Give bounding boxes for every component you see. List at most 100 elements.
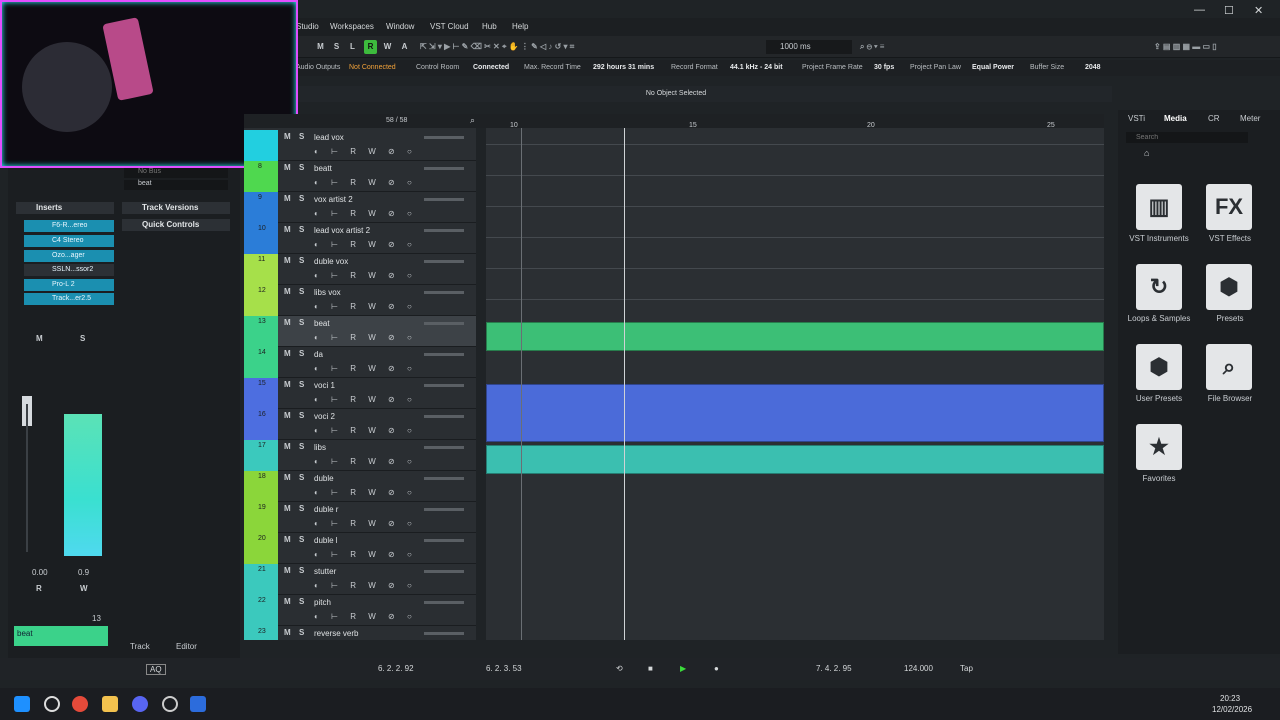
track-row[interactable]: 8 M Sbeatt ◐ ⊢ R W ⊘ ○ [244, 161, 476, 192]
track-volume-slider[interactable] [424, 260, 464, 263]
clock-date[interactable]: 12/02/2026 [1212, 705, 1252, 714]
record-button[interactable]: ● [714, 664, 719, 673]
track-controls[interactable]: ◐ ⊢ R W ⊘ ○ [314, 488, 417, 497]
track-volume-slider[interactable] [424, 539, 464, 542]
position-display[interactable]: 7. 4. 2. 95 [816, 664, 852, 673]
home-icon[interactable]: ⌂ [1144, 148, 1149, 158]
track-controls[interactable]: ◐ ⊢ R W ⊘ ○ [314, 426, 417, 435]
menu-workspaces[interactable]: Workspaces [330, 22, 374, 31]
track-name[interactable]: duble l [314, 536, 338, 545]
playhead-cursor[interactable] [624, 128, 625, 640]
maximize-button[interactable]: ☐ [1224, 4, 1234, 17]
layout-icons[interactable]: ⇪ ▤ ▥ ▦ ▬ ▭ ▯ [1154, 40, 1217, 54]
project-window[interactable] [486, 128, 1104, 640]
insert-slot-3[interactable]: Ozo...ager [24, 250, 114, 262]
track-mute-button[interactable]: M [284, 504, 291, 513]
track-solo-button[interactable]: S [299, 287, 304, 296]
track-controls[interactable]: ◐ ⊢ R W ⊘ ○ [314, 240, 417, 249]
solo-button[interactable]: S [80, 334, 85, 343]
aq-button[interactable]: AQ [146, 664, 166, 675]
track-name[interactable]: beatt [314, 164, 332, 173]
tab-media[interactable]: Media [1164, 114, 1187, 123]
track-mute-button[interactable]: M [284, 380, 291, 389]
output-select[interactable]: beat [124, 180, 228, 190]
mute-button[interactable]: M [36, 334, 43, 343]
grid-size-select[interactable]: 1000 ms [766, 40, 852, 54]
track-solo-button[interactable]: S [299, 442, 304, 451]
track-solo-button[interactable]: S [299, 535, 304, 544]
track-row[interactable]: 15 M Svoci 1 ◐ ⊢ R W ⊘ ○ [244, 378, 476, 409]
close-button[interactable]: ✕ [1254, 4, 1263, 17]
track-solo-button[interactable]: S [299, 628, 304, 637]
audio-clip-beat[interactable] [486, 322, 1104, 351]
track-name[interactable]: voci 2 [314, 412, 335, 421]
menu-vst-cloud[interactable]: VST Cloud [430, 22, 469, 31]
track-solo-button[interactable]: S [299, 597, 304, 606]
track-controls[interactable]: ◐ ⊢ R W ⊘ ○ [314, 364, 417, 373]
track-name[interactable]: lead vox artist 2 [314, 226, 370, 235]
track-controls[interactable]: ◐ ⊢ R W ⊘ ○ [314, 612, 417, 621]
vst-effects-icon[interactable]: FX [1206, 184, 1252, 230]
track-name[interactable]: beat [314, 319, 330, 328]
track-row[interactable]: 19 M Sduble r ◐ ⊢ R W ⊘ ○ [244, 502, 476, 533]
track-mute-button[interactable]: M [284, 411, 291, 420]
track-name[interactable]: duble [314, 474, 334, 483]
track-volume-slider[interactable] [424, 415, 464, 418]
track-solo-button[interactable]: S [299, 380, 304, 389]
track-solo-button[interactable]: S [299, 504, 304, 513]
track-volume-slider[interactable] [424, 322, 464, 325]
chrome-icon[interactable] [72, 696, 88, 712]
track-mute-button[interactable]: M [284, 535, 291, 544]
track-name[interactable]: vox artist 2 [314, 195, 353, 204]
file-explorer-icon[interactable] [102, 696, 118, 712]
track-row[interactable]: 10 M Slead vox artist 2 ◐ ⊢ R W ⊘ ○ [244, 223, 476, 254]
track-solo-button[interactable]: S [299, 256, 304, 265]
menu-help[interactable]: Help [512, 22, 528, 31]
track-solo-button[interactable]: S [299, 349, 304, 358]
inserts-header[interactable]: Inserts [16, 202, 114, 214]
bus-select[interactable]: No Bus [124, 168, 228, 178]
track-mute-button[interactable]: M [284, 628, 291, 637]
track-mute-button[interactable]: M [284, 597, 291, 606]
track-mute-button[interactable]: M [284, 566, 291, 575]
track-controls[interactable]: ◐ ⊢ R W ⊘ ○ [314, 581, 417, 590]
track-row[interactable]: 16 M Svoci 2 ◐ ⊢ R W ⊘ ○ [244, 409, 476, 440]
favorites-icon[interactable]: ★ [1136, 424, 1182, 470]
write-automation-button[interactable]: W [381, 40, 394, 54]
menu-hub[interactable]: Hub [482, 22, 497, 31]
play-button[interactable]: ▶ [680, 664, 686, 673]
track-name-field[interactable]: beat [14, 626, 108, 646]
tool-icons[interactable]: ⇱ ⇲ ▾ ▶ ⊢ ✎ ⌫ ✂ ✕ ⌖ ✋ ⋮ ✎ ◁ ♪ ↺ ▾ ⌗ [420, 40, 574, 54]
track-name[interactable]: reverse verb [314, 629, 358, 638]
track-name[interactable]: pitch [314, 598, 331, 607]
track-row[interactable]: 13 M Sbeat ◐ ⊢ R W ⊘ ○ [244, 316, 476, 347]
clock-time[interactable]: 20:23 [1220, 694, 1240, 703]
track-name[interactable]: libs vox [314, 288, 341, 297]
vst-instruments-icon[interactable]: ▥ [1136, 184, 1182, 230]
track-row[interactable]: 14 M Sda ◐ ⊢ R W ⊘ ○ [244, 347, 476, 378]
track-name[interactable]: stutter [314, 567, 336, 576]
tempo-display[interactable]: 124.000 [904, 664, 933, 673]
insert-slot-6[interactable]: Track...er2.5 [24, 293, 114, 305]
windows-start-icon[interactable] [14, 696, 30, 712]
mute-all-button[interactable]: M [314, 40, 327, 54]
track-row[interactable]: 12 M Slibs vox ◐ ⊢ R W ⊘ ○ [244, 285, 476, 316]
track-name[interactable]: voci 1 [314, 381, 335, 390]
right-locator[interactable]: 6. 2. 3. 53 [486, 664, 522, 673]
track-volume-slider[interactable] [424, 167, 464, 170]
automation-mode-button[interactable]: A [398, 40, 411, 54]
track-volume-slider[interactable] [424, 477, 464, 480]
track-solo-button[interactable]: S [299, 163, 304, 172]
insert-slot-1[interactable]: F6-R...ereo [24, 220, 114, 232]
track-volume-slider[interactable] [424, 446, 464, 449]
track-volume-slider[interactable] [424, 508, 464, 511]
track-controls[interactable]: ◐ ⊢ R W ⊘ ○ [314, 178, 417, 187]
track-row[interactable]: 9 M Svox artist 2 ◐ ⊢ R W ⊘ ○ [244, 192, 476, 223]
track-name[interactable]: da [314, 350, 323, 359]
tab-vsti[interactable]: VSTi [1128, 114, 1145, 123]
track-row[interactable]: 17 M Slibs ◐ ⊢ R W ⊘ ○ [244, 440, 476, 471]
track-volume-slider[interactable] [424, 229, 464, 232]
zoom-icons[interactable]: ⌕ ⊖ ▾ ≡ [860, 40, 884, 54]
track-solo-button[interactable]: S [299, 473, 304, 482]
insert-slot-2[interactable]: C4 Stereo [24, 235, 114, 247]
